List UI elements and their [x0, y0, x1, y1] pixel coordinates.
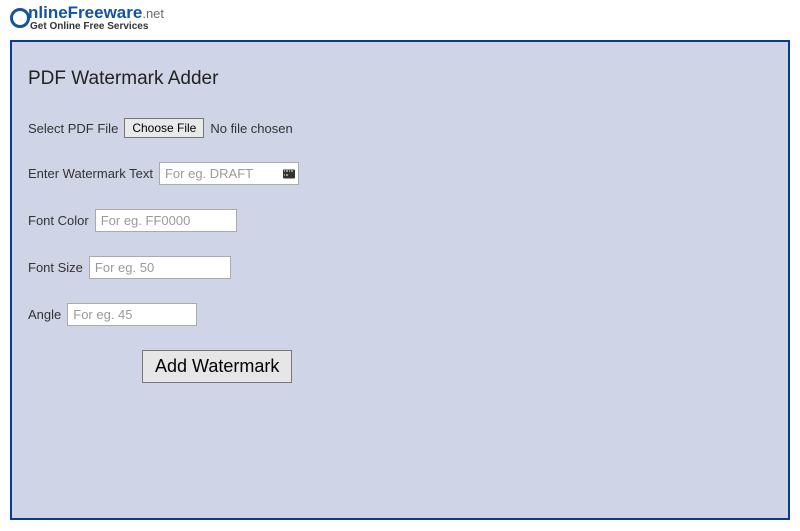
row-font-color: Font Color	[28, 209, 772, 232]
logo-part1: nlineFreeware	[28, 3, 142, 22]
logo-tagline: Get Online Free Services	[30, 22, 164, 32]
file-status: No file chosen	[210, 121, 292, 136]
row-font-size: Font Size	[28, 256, 772, 279]
font-size-input[interactable]	[89, 256, 231, 279]
site-header: nlineFreeware.net Get Online Free Servic…	[0, 0, 800, 34]
add-watermark-button[interactable]: Add Watermark	[142, 350, 292, 383]
row-select-file: Select PDF File Choose File No file chos…	[28, 118, 772, 138]
logo-circle-icon	[10, 8, 30, 28]
watermark-text-input[interactable]	[159, 162, 299, 185]
label-font-color: Font Color	[28, 213, 89, 228]
angle-input[interactable]	[67, 303, 197, 326]
logo-part2: .net	[142, 6, 164, 21]
row-watermark-text: Enter Watermark Text	[28, 162, 772, 185]
label-watermark-text: Enter Watermark Text	[28, 166, 153, 181]
main-panel: PDF Watermark Adder Select PDF File Choo…	[10, 40, 790, 520]
logo-text: nlineFreeware.net Get Online Free Servic…	[28, 4, 164, 32]
logo-title: nlineFreeware.net	[28, 4, 164, 21]
choose-file-button[interactable]: Choose File	[124, 118, 204, 138]
font-color-input[interactable]	[95, 209, 237, 232]
page-title: PDF Watermark Adder	[28, 68, 772, 90]
row-angle: Angle	[28, 303, 772, 326]
label-angle: Angle	[28, 307, 61, 322]
row-submit: Add Watermark	[142, 350, 772, 383]
label-font-size: Font Size	[28, 260, 83, 275]
label-select-file: Select PDF File	[28, 121, 118, 136]
